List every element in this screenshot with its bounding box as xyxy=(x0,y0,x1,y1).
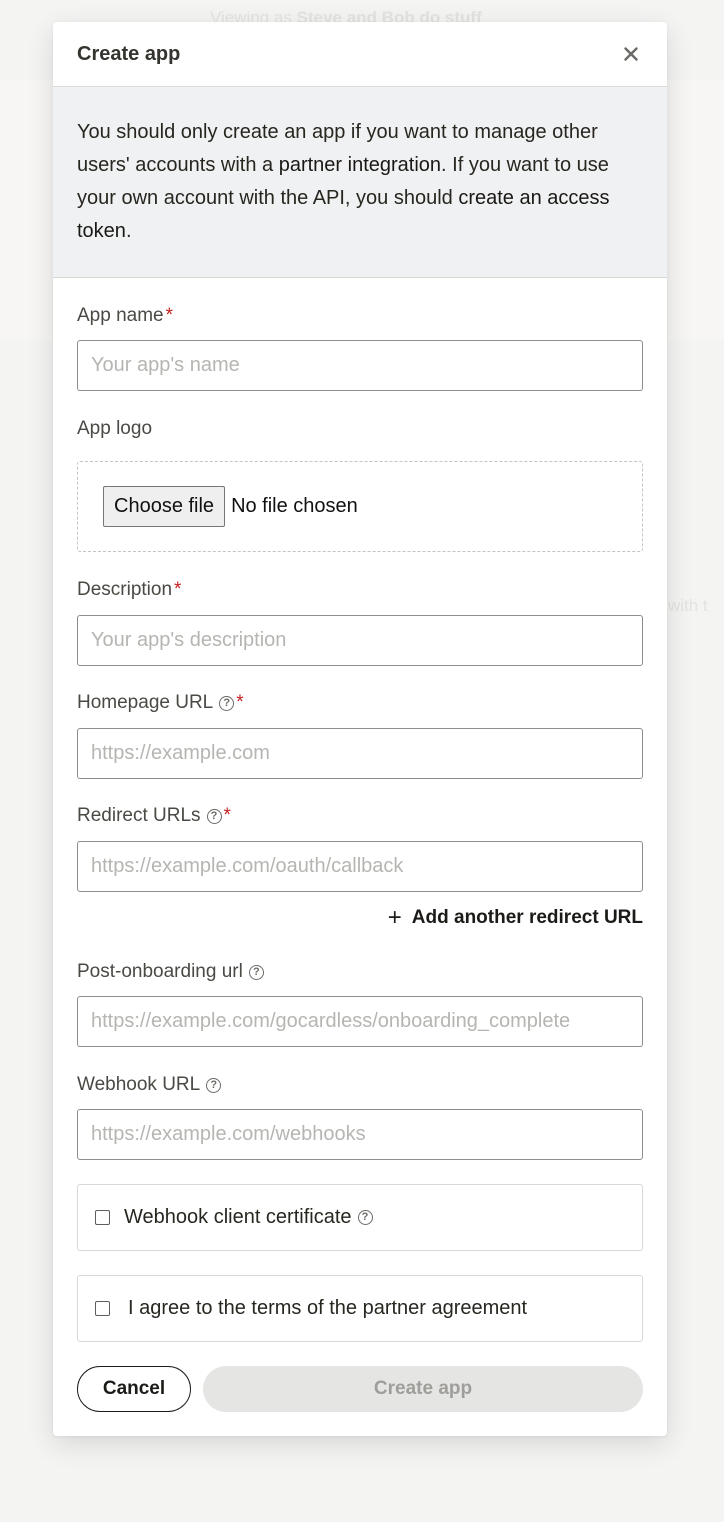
close-button[interactable] xyxy=(619,42,643,66)
terms-label: I agree to the terms of the partner agre… xyxy=(128,1297,528,1319)
post-onboarding-label-text: Post-onboarding url xyxy=(77,961,243,982)
help-icon[interactable]: ? xyxy=(248,964,264,980)
description-input[interactable] xyxy=(77,615,643,666)
cancel-button[interactable]: Cancel xyxy=(77,1366,191,1412)
choose-file-button[interactable]: Choose file xyxy=(103,486,226,527)
notice-text-3: . xyxy=(125,220,132,242)
required-marker: * xyxy=(165,305,174,326)
post-onboarding-url-input[interactable] xyxy=(77,996,643,1047)
required-marker: * xyxy=(236,692,244,713)
modal-title: Create app xyxy=(77,42,181,65)
description-label: Description * xyxy=(77,579,181,601)
help-icon[interactable]: ? xyxy=(206,1077,222,1093)
app-name-label: App name * xyxy=(77,305,173,327)
create-app-button[interactable]: Create app xyxy=(203,1366,643,1412)
description-label-text: Description xyxy=(77,579,173,600)
app-logo-label: App logo xyxy=(77,418,152,440)
terms-option[interactable]: I agree to the terms of the partner agre… xyxy=(77,1275,643,1342)
help-icon[interactable]: ? xyxy=(219,695,235,711)
logo-upload-zone[interactable]: Choose file No file chosen xyxy=(77,461,643,552)
add-redirect-url-button[interactable]: + Add another redirect URL xyxy=(388,906,643,930)
create-app-modal: Create app You should only create an app… xyxy=(53,22,667,1436)
post-onboarding-label: Post-onboarding url ? xyxy=(77,961,264,983)
webhook-url-input[interactable] xyxy=(77,1109,643,1160)
redirect-url-input[interactable] xyxy=(77,841,643,892)
homepage-url-label: Homepage URL ? * xyxy=(77,692,244,714)
plus-icon: + xyxy=(387,904,402,931)
required-marker: * xyxy=(174,579,182,600)
webhook-url-label-text: Webhook URL xyxy=(77,1074,201,1095)
partner-integration-link[interactable]: partner integration xyxy=(279,154,441,176)
terms-checkbox[interactable] xyxy=(95,1301,110,1316)
redirect-urls-label-text: Redirect URLs xyxy=(77,805,201,826)
help-icon[interactable]: ? xyxy=(357,1210,373,1225)
close-icon xyxy=(624,47,638,61)
info-notice: You should only create an app if you wan… xyxy=(53,87,667,278)
webhook-url-label: Webhook URL ? xyxy=(77,1074,222,1096)
webhook-cert-checkbox[interactable] xyxy=(95,1210,110,1225)
homepage-url-input[interactable] xyxy=(77,728,643,779)
webhook-cert-option[interactable]: Webhook client certificate ? xyxy=(77,1184,643,1251)
app-logo-label-text: App logo xyxy=(77,418,153,439)
modal-header: Create app xyxy=(53,22,667,87)
help-icon[interactable]: ? xyxy=(206,808,222,824)
file-status: No file chosen xyxy=(231,495,358,517)
webhook-cert-label: Webhook client certificate xyxy=(124,1206,352,1228)
homepage-url-label-text: Homepage URL xyxy=(77,692,214,713)
required-marker: * xyxy=(223,805,231,826)
add-redirect-url-label: Add another redirect URL xyxy=(411,907,643,928)
app-name-label-text: App name xyxy=(77,305,164,326)
redirect-urls-label: Redirect URLs ? * xyxy=(77,805,231,827)
background-fragment: with t xyxy=(668,596,708,615)
app-name-input[interactable] xyxy=(77,340,643,391)
